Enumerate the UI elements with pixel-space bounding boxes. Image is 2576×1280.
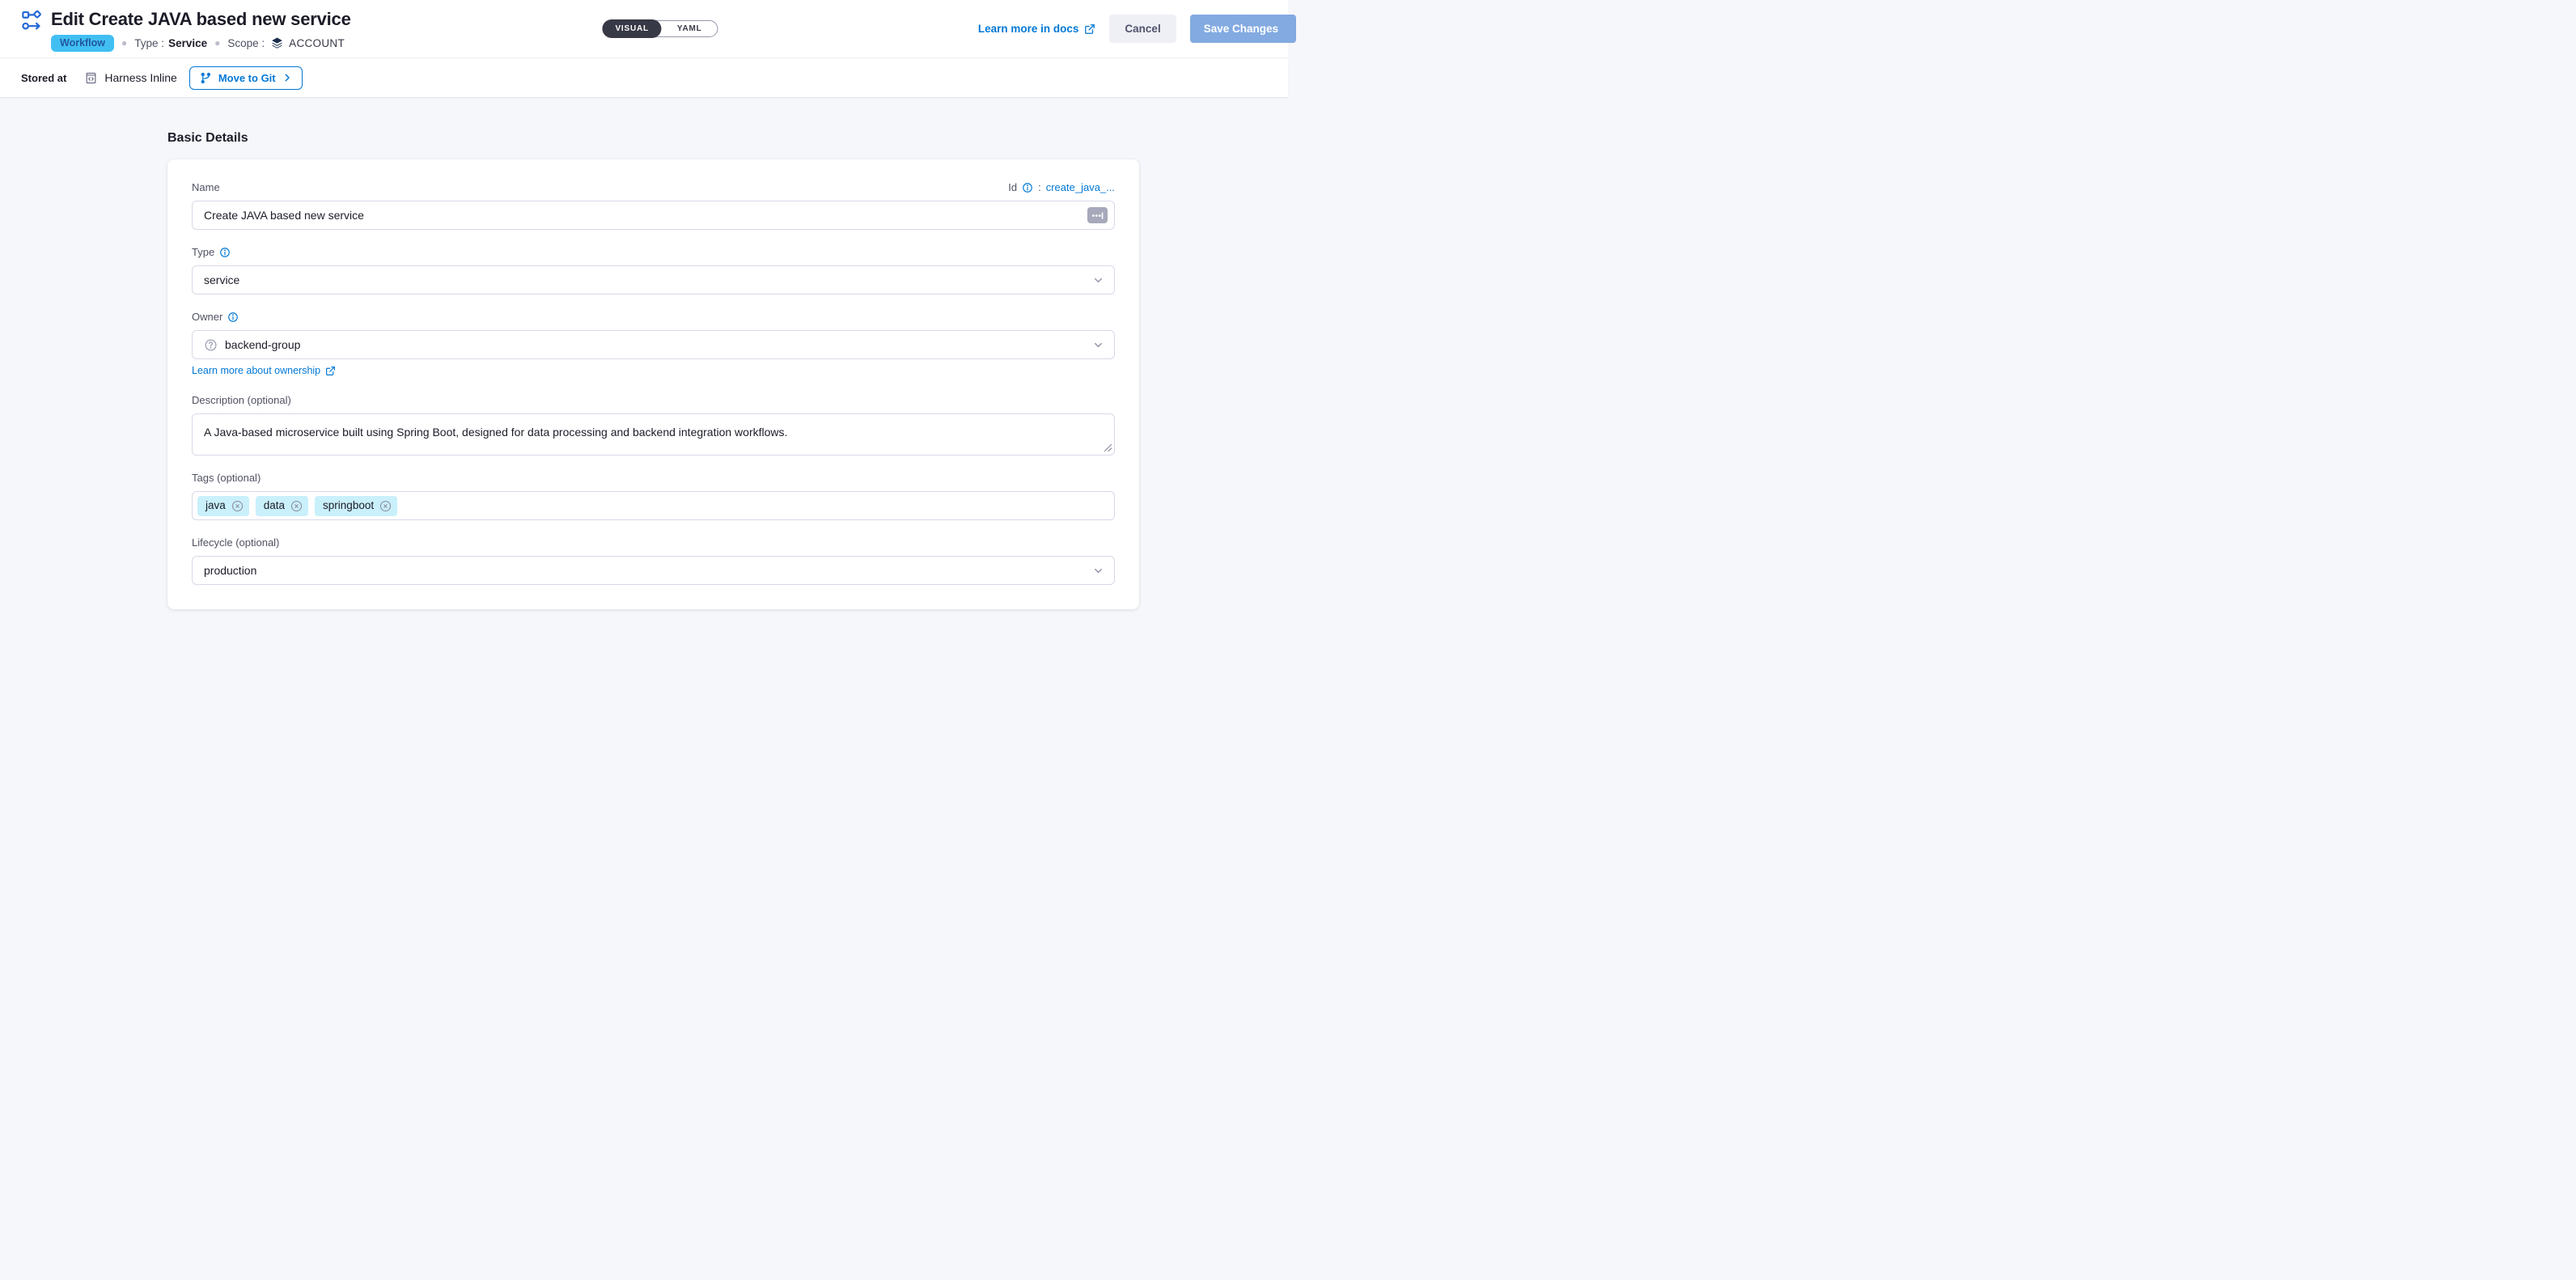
chevron-down-icon bbox=[1092, 339, 1104, 351]
page-title: Edit Create JAVA based new service bbox=[51, 9, 351, 30]
separator-dot: ● bbox=[121, 37, 127, 49]
workflow-icon bbox=[21, 10, 42, 31]
type-field-group: Type service bbox=[192, 246, 1115, 295]
description-field-group: Description (optional) A Java-based micr… bbox=[192, 394, 1115, 456]
storage-type: Harness Inline bbox=[84, 71, 177, 85]
separator-dot: ● bbox=[214, 37, 220, 49]
type-label: Type bbox=[192, 246, 214, 258]
type-meta-label: Type : bbox=[134, 37, 164, 49]
remove-tag-icon[interactable] bbox=[231, 500, 244, 512]
lifecycle-label: Lifecycle (optional) bbox=[192, 536, 1115, 549]
chevron-right-icon bbox=[282, 73, 292, 83]
owner-select[interactable]: backend-group bbox=[192, 330, 1115, 359]
type-select-value: service bbox=[204, 273, 1092, 286]
storage-type-label: Harness Inline bbox=[104, 71, 177, 84]
info-icon[interactable] bbox=[219, 247, 231, 258]
owner-select-value: backend-group bbox=[225, 338, 1092, 351]
main-content: Basic Details Name Id : create_java_.. bbox=[0, 97, 1288, 609]
lifecycle-select-value: production bbox=[204, 564, 1092, 577]
multi-type-input-icon[interactable] bbox=[1087, 207, 1108, 223]
entity-id: Id : create_java_... bbox=[1008, 181, 1115, 193]
external-link-icon bbox=[1084, 23, 1095, 35]
ownership-link-label: Learn more about ownership bbox=[192, 365, 320, 376]
chevron-down-icon bbox=[1092, 565, 1104, 577]
docs-link-label: Learn more in docs bbox=[978, 23, 1079, 35]
id-value-link[interactable]: create_java_... bbox=[1046, 181, 1115, 193]
storage-bar: Stored at Harness Inline Move to Git bbox=[0, 58, 1288, 97]
name-field-group: Name Id : create_java_... bbox=[192, 181, 1115, 230]
resize-handle[interactable] bbox=[1104, 443, 1112, 452]
workflow-badge: Workflow bbox=[51, 35, 114, 52]
scope-meta-value: ACCOUNT bbox=[289, 37, 345, 49]
id-separator: : bbox=[1038, 181, 1041, 193]
scope-meta-label: Scope : bbox=[227, 37, 265, 49]
lifecycle-field-group: Lifecycle (optional) production bbox=[192, 536, 1115, 585]
tag-chip: data bbox=[256, 496, 308, 516]
name-label: Name bbox=[192, 181, 220, 193]
remove-tag-icon[interactable] bbox=[290, 500, 303, 512]
layers-icon bbox=[270, 36, 284, 50]
tag-chip: java bbox=[197, 496, 249, 516]
lifecycle-select[interactable]: production bbox=[192, 556, 1115, 585]
learn-more-docs-link[interactable]: Learn more in docs bbox=[978, 23, 1096, 35]
type-select[interactable]: service bbox=[192, 265, 1115, 295]
move-to-git-label: Move to Git bbox=[218, 72, 276, 84]
ownership-link[interactable]: Learn more about ownership bbox=[192, 365, 336, 376]
inline-storage-icon bbox=[84, 71, 98, 85]
tags-label: Tags (optional) bbox=[192, 472, 1115, 484]
info-icon[interactable] bbox=[1022, 182, 1033, 193]
description-textarea[interactable]: A Java-based microservice built using Sp… bbox=[192, 413, 1115, 456]
tags-field-group: Tags (optional) java data bbox=[192, 472, 1115, 520]
info-icon[interactable] bbox=[227, 312, 239, 323]
visual-yaml-toggle: VISUAL YAML bbox=[602, 20, 718, 37]
tags-input[interactable]: java data springbo bbox=[192, 491, 1115, 520]
tab-yaml[interactable]: YAML bbox=[662, 21, 718, 36]
type-meta-value: Service bbox=[168, 37, 207, 49]
page-header: Edit Create JAVA based new service Workf… bbox=[0, 0, 1288, 58]
entity-meta: Workflow ● Type : Service ● Scope : ACCO… bbox=[51, 35, 351, 52]
remove-tag-icon[interactable] bbox=[379, 500, 392, 512]
question-circle-icon bbox=[204, 338, 218, 352]
basic-details-card: Name Id : create_java_... bbox=[167, 159, 1139, 609]
move-to-git-button[interactable]: Move to Git bbox=[189, 66, 303, 90]
stored-at-label: Stored at bbox=[21, 72, 66, 84]
chevron-down-icon bbox=[1092, 274, 1104, 286]
name-input[interactable] bbox=[192, 201, 1115, 230]
tag-chip: springboot bbox=[315, 496, 397, 516]
section-title: Basic Details bbox=[167, 131, 1288, 146]
tag-chip-label: data bbox=[264, 500, 285, 511]
owner-label: Owner bbox=[192, 311, 222, 323]
id-label: Id bbox=[1008, 181, 1017, 193]
external-link-icon bbox=[325, 366, 336, 376]
tag-chip-label: springboot bbox=[323, 500, 374, 511]
git-branch-icon bbox=[200, 72, 212, 84]
tag-chip-label: java bbox=[205, 500, 226, 511]
cancel-button[interactable]: Cancel bbox=[1109, 15, 1176, 43]
description-label: Description (optional) bbox=[192, 394, 1115, 406]
save-changes-button[interactable]: Save Changes bbox=[1190, 15, 1296, 43]
owner-field-group: Owner backend-group bbox=[192, 311, 1115, 378]
tab-visual[interactable]: VISUAL bbox=[602, 19, 661, 38]
